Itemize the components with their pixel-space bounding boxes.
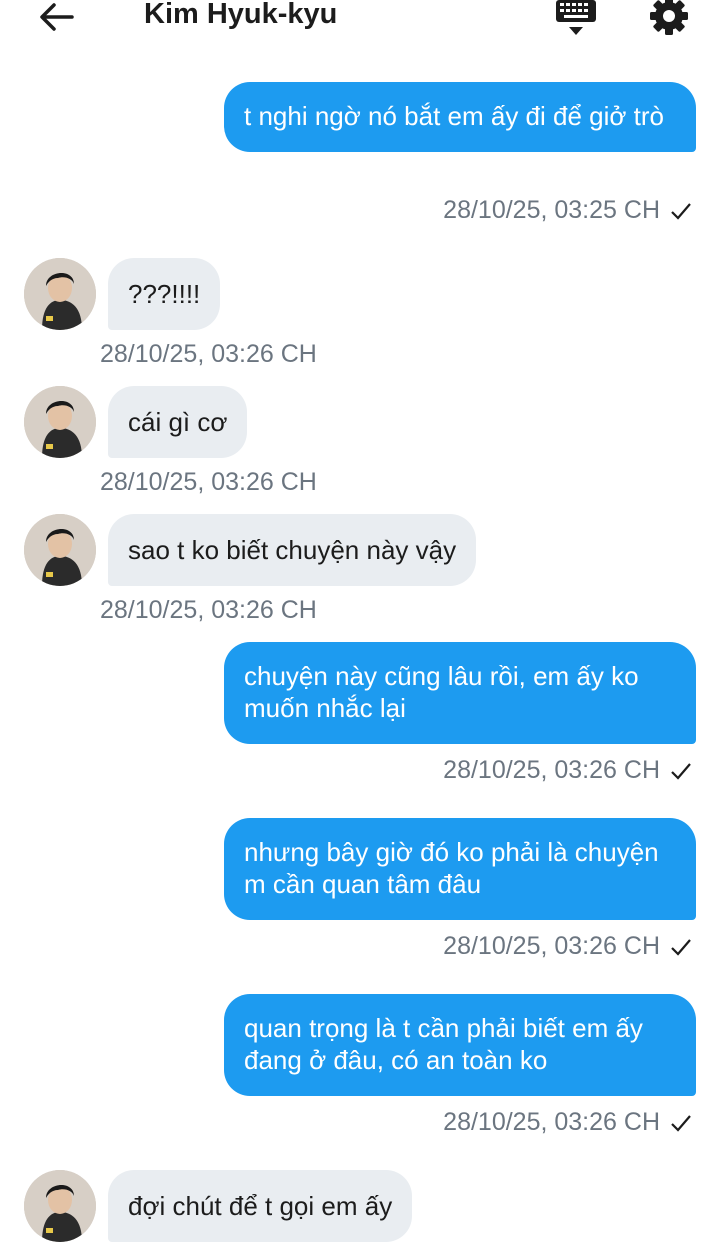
contact-avatar[interactable] (24, 258, 96, 330)
back-button[interactable] (34, 0, 78, 34)
timestamp-text: 28/10/25, 03:25 CH (443, 196, 660, 224)
message-timestamp: 28/10/25, 03:26 CH (443, 756, 692, 785)
message-bubble-outgoing[interactable]: nhưng bây giờ đó ko phải là chuyện m cần… (224, 818, 696, 920)
message-bubble-incoming[interactable]: ???!!!! (108, 258, 221, 330)
chat-header: Kim Hyuk-kyu (0, 0, 720, 40)
contact-avatar[interactable] (24, 514, 96, 586)
message-bubble-incoming[interactable]: đợi chút để t gọi em ấy (108, 1170, 413, 1242)
sent-check-icon (671, 762, 691, 780)
timestamp-text: 28/10/25, 03:26 CH (443, 756, 660, 784)
keyboard-icon (556, 0, 596, 35)
sent-check-icon (671, 202, 691, 220)
timestamp-text: 28/10/25, 03:26 CH (443, 932, 660, 960)
message-timestamp: 28/10/25, 03:26 CH (100, 340, 317, 368)
message-timestamp: 28/10/25, 03:26 CH (100, 468, 317, 496)
avatar-photo (24, 1170, 96, 1242)
keyboard-button[interactable] (550, 0, 602, 38)
avatar-photo (24, 386, 96, 458)
gear-icon (650, 0, 688, 35)
message-bubble-outgoing[interactable]: t nghi ngờ nó bắt em ấy đi để giở trò (224, 82, 696, 152)
message-timestamp: 28/10/25, 03:26 CH (100, 596, 317, 624)
contact-avatar[interactable] (24, 1170, 96, 1242)
sent-check-icon (671, 1114, 691, 1132)
timestamp-text: 28/10/25, 03:26 CH (443, 1108, 660, 1136)
contact-avatar[interactable] (24, 386, 96, 458)
message-bubble-outgoing[interactable]: chuyện này cũng lâu rồi, em ấy ko muốn n… (224, 642, 696, 744)
sent-check-icon (671, 938, 691, 956)
message-bubble-incoming[interactable]: sao t ko biết chuyện này vậy (108, 514, 477, 586)
message-timestamp: 28/10/25, 03:26 CH (443, 932, 692, 961)
message-bubble-outgoing[interactable]: quan trọng là t cần phải biết em ấy đang… (224, 994, 696, 1096)
message-bubble-incoming[interactable]: cái gì cơ (108, 386, 248, 458)
settings-button[interactable] (648, 0, 694, 36)
avatar-photo (24, 514, 96, 586)
avatar-photo (24, 258, 96, 330)
message-timestamp: 28/10/25, 03:26 CH (443, 1108, 692, 1137)
contact-name: Kim Hyuk-kyu (144, 0, 338, 30)
back-arrow-icon (40, 3, 74, 31)
message-timestamp: 28/10/25, 03:25 CH (443, 196, 692, 225)
